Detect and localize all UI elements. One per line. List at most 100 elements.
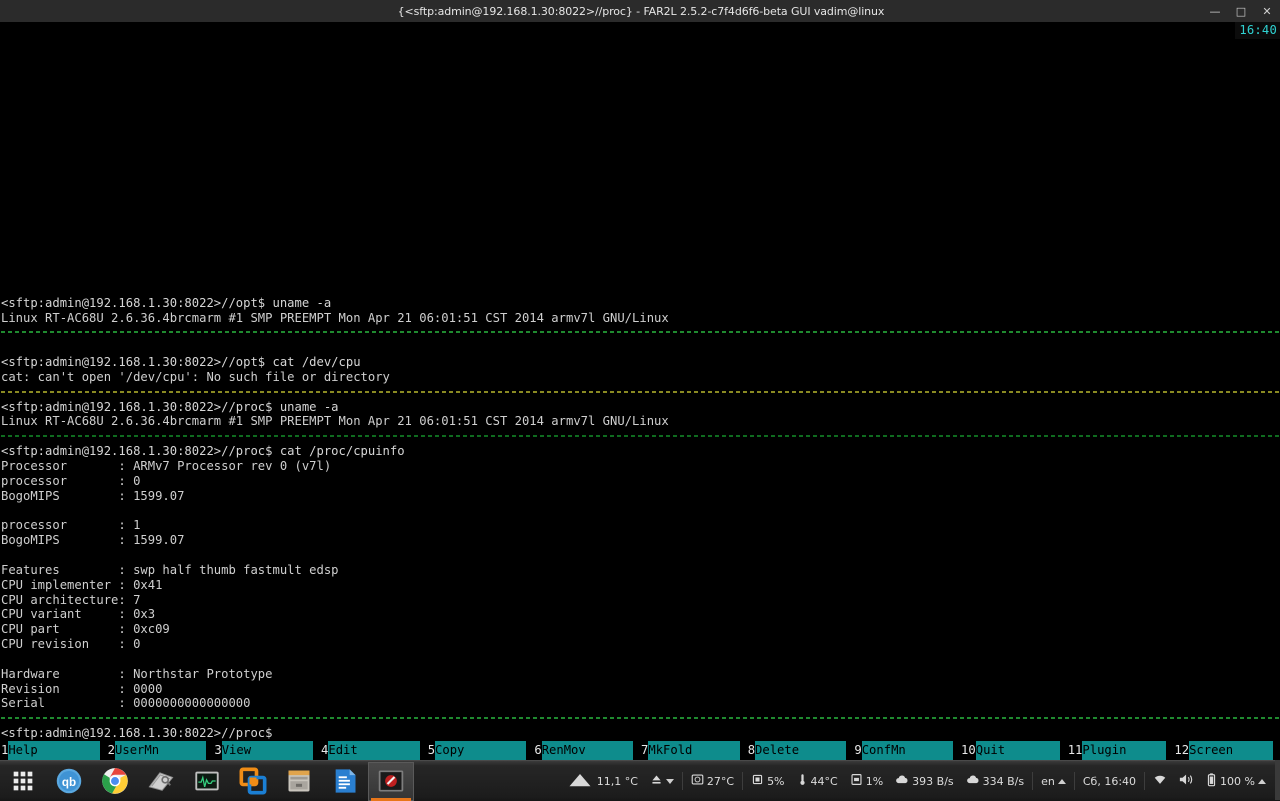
taskbar-launcher-libreoffice-writer[interactable] <box>322 762 368 801</box>
battery-chevron-up-icon[interactable] <box>1258 778 1266 784</box>
function-key-label[interactable]: MkFold <box>648 741 740 760</box>
terminal-output-line: CPU variant : 0x3 <box>1 607 156 622</box>
function-key-4[interactable]: 4 Edit <box>320 741 427 760</box>
function-key-7[interactable]: 7 MkFold <box>640 741 747 760</box>
harddisk-icon <box>691 773 704 789</box>
terminal-separator <box>1 385 1280 400</box>
keyboard-layout-label: en <box>1041 774 1055 788</box>
function-key-12[interactable]: 12 Screen <box>1173 741 1280 760</box>
function-key-8[interactable]: 8 Delete <box>746 741 854 760</box>
tray-clock[interactable]: Сб, 16:40 <box>1077 761 1142 801</box>
far2l-icon <box>377 767 405 795</box>
function-key-6[interactable]: 6 RenMov <box>533 741 640 760</box>
taskbar-launcher-dictionary[interactable] <box>138 762 184 801</box>
virtualbox-icon <box>239 767 267 795</box>
google-chrome-icon <box>101 767 129 795</box>
tray-cpu-temp[interactable]: 44°C <box>791 761 844 801</box>
function-key-label[interactable]: Quit <box>975 741 1060 760</box>
terminal-output-line: processor : 1 <box>1 518 141 533</box>
battery-icon <box>1206 772 1217 790</box>
minimize-button[interactable]: — <box>1202 0 1228 22</box>
terminal-lines: <sftp:admin@192.168.1.30:8022>//opt$ una… <box>0 296 1280 741</box>
tray-divider-4 <box>1073 772 1075 790</box>
function-key-5[interactable]: 5 Copy <box>426 741 534 760</box>
eject-icon <box>650 773 663 789</box>
terminal-output-line: CPU architecture: 7 <box>1 592 141 607</box>
tray-eject[interactable] <box>644 761 680 801</box>
function-key-number: 10 <box>960 741 976 760</box>
terminal-output-line: Linux RT-AC68U 2.6.36.4brcmarm #1 SMP PR… <box>1 414 669 429</box>
function-key-label[interactable]: Edit <box>328 741 420 760</box>
tray-memory[interactable]: 1% <box>844 761 889 801</box>
terminal-output-line: CPU part : 0xc09 <box>1 622 170 637</box>
system-monitor-icon <box>193 767 221 795</box>
terminal-output-line: processor : 0 <box>1 473 141 488</box>
tray-battery[interactable]: 100 % <box>1200 761 1272 801</box>
terminal-prompt-line: <sftp:admin@192.168.1.30:8022>//proc$ ca… <box>1 444 405 459</box>
function-key-number: 3 <box>213 741 222 760</box>
tray-divider-3 <box>1032 772 1034 790</box>
function-key-label[interactable]: RenMov <box>541 741 634 760</box>
memory-usage-label: 1% <box>865 774 884 788</box>
function-key-label[interactable]: Help <box>8 741 100 760</box>
taskbar-launcher-google-chrome[interactable] <box>92 762 138 801</box>
chevron-up-icon[interactable] <box>1057 778 1066 784</box>
disk-temp-label: 27°C <box>706 774 735 788</box>
close-button[interactable]: ✕ <box>1254 0 1280 22</box>
function-key-label[interactable]: Copy <box>435 741 527 760</box>
tray-weather[interactable]: 11,1 °C <box>560 761 644 801</box>
function-key-label[interactable]: Plugin <box>1082 741 1167 760</box>
taskbar-launcher-system-monitor[interactable] <box>184 762 230 801</box>
function-key-3[interactable]: 3 View <box>213 741 320 760</box>
terminal-output-line: BogoMIPS : 1599.07 <box>1 488 185 503</box>
function-key-label[interactable]: Screen <box>1189 741 1274 760</box>
function-key-number: 9 <box>853 741 862 760</box>
terminal-output-area[interactable]: <sftp:admin@192.168.1.30:8022>//opt$ una… <box>0 22 1280 741</box>
taskbar-launcher-virtualbox[interactable] <box>230 762 276 801</box>
terminal-prompt-line: <sftp:admin@192.168.1.30:8022>//opt$ cat… <box>1 355 361 370</box>
libreoffice-writer-icon <box>331 767 359 795</box>
function-key-9[interactable]: 9 ConfMn <box>853 741 960 760</box>
tray-net-upload[interactable]: 393 B/s <box>889 761 959 801</box>
clock-label: Сб, 16:40 <box>1082 774 1137 788</box>
taskbar-launcher-file-manager[interactable] <box>276 762 322 801</box>
function-key-label[interactable]: Delete <box>755 741 847 760</box>
tray-wifi[interactable] <box>1147 761 1173 801</box>
tray-divider-5 <box>1144 772 1146 790</box>
maximize-button[interactable]: □ <box>1228 0 1254 22</box>
volume-icon <box>1179 773 1194 789</box>
function-key-1[interactable]: 1 Help <box>0 741 107 760</box>
terminal-prompt-line: <sftp:admin@192.168.1.30:8022>//opt$ una… <box>1 295 332 310</box>
chevron-down-icon[interactable] <box>665 778 674 784</box>
file-manager-icon <box>285 767 313 795</box>
net-download-label: 334 B/s <box>982 774 1025 788</box>
function-key-label[interactable]: ConfMn <box>861 741 954 760</box>
cpu-temp-label: 44°C <box>810 774 838 788</box>
function-key-10[interactable]: 10 Quit <box>960 741 1067 760</box>
cpu-chip-icon <box>751 773 764 789</box>
terminal-output-line: Processor : ARMv7 Processor rev 0 (v7l) <box>1 458 332 473</box>
function-key-label[interactable]: UserMn <box>115 741 207 760</box>
taskbar-launchers: qb <box>0 761 414 801</box>
tray-disk-temp[interactable]: 27°C <box>685 761 740 801</box>
tray-net-download[interactable]: 334 B/s <box>960 761 1030 801</box>
terminal-output-line: Serial : 0000000000000000 <box>1 696 251 711</box>
function-key-2[interactable]: 2 UserMn <box>106 741 214 760</box>
taskbar-launcher-far2l[interactable] <box>368 761 414 801</box>
terminal-separator <box>1 429 1280 444</box>
tray-keyboard-layout[interactable]: en <box>1035 761 1072 801</box>
tray-volume[interactable] <box>1173 761 1200 801</box>
function-key-label[interactable]: View <box>221 741 314 760</box>
taskbar-launcher-qbittorrent[interactable]: qb <box>46 762 92 801</box>
terminal-separator <box>1 711 1280 726</box>
window-titlebar[interactable]: {<sftp:admin@192.168.1.30:8022>//proc} -… <box>0 0 1280 23</box>
thermometer-icon <box>797 773 808 789</box>
function-key-number: 1 <box>0 741 9 760</box>
weather-temp-label: 11,1 °C <box>596 774 638 788</box>
terminal-output-line: BogoMIPS : 1599.07 <box>1 533 185 548</box>
tray-cpu-usage[interactable]: 5% <box>745 761 790 801</box>
function-key-number: 5 <box>426 741 436 760</box>
function-key-11[interactable]: 11 Plugin <box>1066 741 1174 760</box>
taskbar-launcher-app-grid[interactable] <box>0 762 46 801</box>
